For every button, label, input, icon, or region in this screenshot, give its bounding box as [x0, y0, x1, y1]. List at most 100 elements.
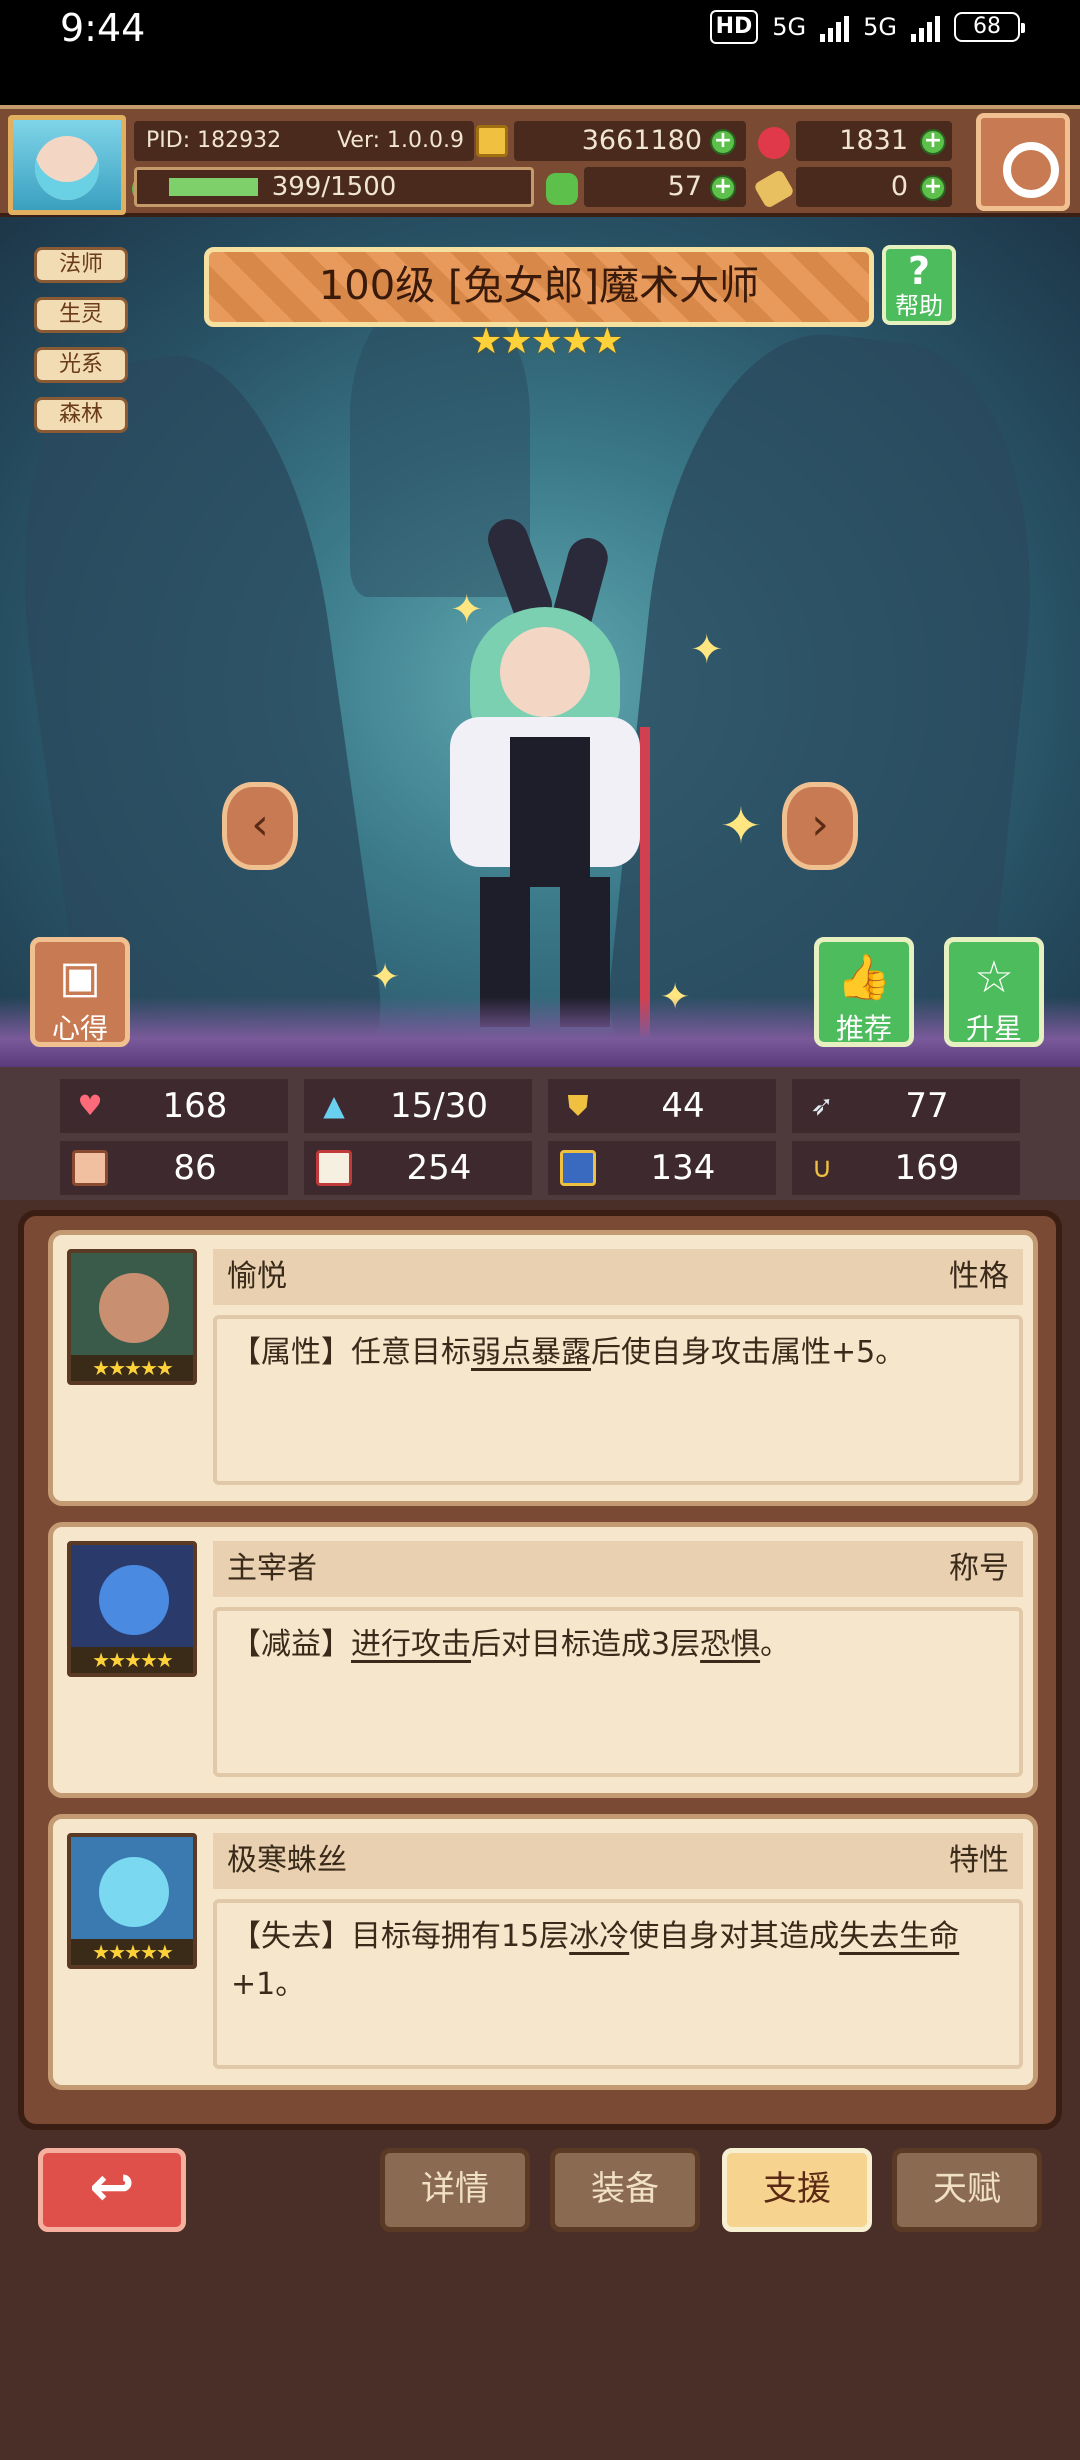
support-name: 愉悦 [227, 1259, 287, 1294]
tab-equipment[interactable]: 装备 [550, 2148, 700, 2232]
hero-stars: ★★★★★ [470, 321, 623, 362]
recommend-button[interactable]: 👍 推荐 [814, 937, 914, 1047]
stat-resist-value: 134 [650, 1148, 716, 1188]
stat-hp-value: 168 [162, 1086, 228, 1126]
hero-tag: 法师 [34, 247, 128, 283]
notes-button[interactable]: ▣ 心得 [30, 937, 130, 1047]
add-gold-plus-icon[interactable]: + [710, 129, 736, 155]
tab-details[interactable]: 详情 [380, 2148, 530, 2232]
back-arrow-icon: ↩ [89, 2155, 135, 2218]
stat-luck-value: 169 [894, 1148, 960, 1188]
shield-icon: ⛊ [567, 1089, 589, 1122]
book-icon [316, 1150, 352, 1186]
add-item-plus-icon[interactable]: + [920, 175, 946, 201]
gold-coin-icon [476, 125, 508, 157]
clover-icon [546, 173, 578, 205]
scene-grass [0, 997, 1080, 1067]
signal-icon-2 [911, 12, 940, 42]
hero-scene: 法师 生灵 光系 森林 100级 [兔女郎]魔术大师 ★★★★★ ? 帮助 ‹ … [0, 217, 1080, 1095]
star-icon: ☆ [974, 952, 1014, 1003]
prev-hero-arrow-button[interactable]: ‹ [222, 782, 298, 870]
fist-icon [72, 1150, 108, 1186]
desc-text: 后使自身攻击属性+5。 [591, 1335, 906, 1370]
stats-panel: ♥ 168 ▲ 15/30 ⛊ 44 ➶ 77 86 254 134 ∪ 169 [0, 1067, 1080, 1200]
desc-text: 【减益】 [231, 1627, 351, 1662]
keyword-link[interactable]: 失去生命 [839, 1919, 959, 1954]
support-portrait: ★★★★★ [67, 1249, 197, 1385]
support-card-frame: ★★★★★ 愉悦 性格 【属性】任意目标弱点暴露后使自身攻击属性+5。 ★★★★… [18, 1210, 1062, 2130]
desc-text: 。 [760, 1627, 791, 1662]
support-card-header: 愉悦 性格 [213, 1249, 1023, 1305]
sparkle-icon: ✦ [720, 797, 762, 855]
support-card[interactable]: ★★★★★ 愉悦 性格 【属性】任意目标弱点暴露后使自身攻击属性+5。 [48, 1230, 1038, 1506]
player-avatar[interactable] [8, 115, 126, 215]
sparkle-icon: ✦ [690, 627, 724, 673]
support-card-header: 极寒蛛丝 特性 [213, 1833, 1023, 1889]
stat-magic-value: 254 [406, 1148, 472, 1188]
add-gems-plus-icon[interactable]: + [920, 129, 946, 155]
back-button[interactable]: ↩ [38, 2148, 186, 2232]
stat-speed-value: 77 [905, 1086, 949, 1126]
support-stars: ★★★★★ [71, 1939, 193, 1965]
star-up-label: 升星 [965, 1012, 1022, 1045]
support-card[interactable]: ★★★★★ 极寒蛛丝 特性 【失去】目标每拥有15层冰冷使自身对其造成失去生命 +… [48, 1814, 1038, 2090]
stat-attack-value: 86 [173, 1148, 217, 1188]
gem-icon [758, 127, 790, 159]
stat-speed: ➶ 77 [792, 1079, 1020, 1133]
hero-tag: 生灵 [34, 297, 128, 333]
wing-icon: ➶ [810, 1089, 834, 1122]
question-icon: ? [907, 249, 931, 293]
status-icons: HD 5G 5G 68 [709, 10, 1025, 44]
exp-value: 399/1500 [271, 172, 397, 202]
support-portrait: ★★★★★ [67, 1541, 197, 1677]
hero-tag: 光系 [34, 347, 128, 383]
version-label: Ver: 1.0.0.9 [337, 128, 464, 153]
desc-text: 后对目标造成3层 [471, 1627, 701, 1662]
keyword-link[interactable]: 冰冷 [569, 1919, 629, 1954]
notes-label: 心得 [51, 1012, 108, 1045]
status-time: 9:44 [60, 6, 146, 50]
notes-icon: ▣ [59, 952, 101, 1003]
water-drop-icon: ▲ [323, 1089, 345, 1122]
keyword-link[interactable]: 恐惧 [700, 1627, 760, 1662]
tab-talent[interactable]: 天赋 [892, 2148, 1042, 2232]
help-button[interactable]: ? 帮助 [882, 245, 956, 325]
gems-value: 1831 [839, 125, 908, 156]
support-name: 极寒蛛丝 [227, 1843, 347, 1878]
net-label-2: 5G [863, 13, 897, 41]
support-portrait: ★★★★★ [67, 1833, 197, 1969]
bone-icon [753, 168, 795, 210]
support-stars: ★★★★★ [71, 1355, 193, 1381]
heart-icon: ♥ [77, 1089, 103, 1122]
stat-luck: ∪ 169 [792, 1141, 1020, 1195]
star-up-button[interactable]: ☆ 升星 [944, 937, 1044, 1047]
pid-version-box: PID: 182932 Ver: 1.0.0.9 [134, 121, 474, 161]
app-root: 9:44 HD 5G 5G 68 PID: 182932 Ver: 1.0.0.… [0, 0, 1080, 2460]
horseshoe-icon: ∪ [811, 1151, 833, 1184]
settings-gear-button[interactable] [976, 113, 1070, 211]
support-description: 【减益】进行攻击后对目标造成3层恐惧。 [213, 1607, 1023, 1777]
battery-icon: 68 [954, 12, 1025, 42]
desc-text: 【属性】任意目标 [231, 1335, 471, 1370]
next-hero-arrow-button[interactable]: › [782, 782, 858, 870]
tab-support[interactable]: 支援 [722, 2148, 872, 2232]
stat-defense: ⛊ 44 [548, 1079, 776, 1133]
stat-magic: 254 [304, 1141, 532, 1195]
keyword-link[interactable]: 弱点暴露 [471, 1335, 591, 1370]
keyword-link[interactable]: 进行攻击 [351, 1627, 471, 1662]
recommend-label: 推荐 [835, 1012, 892, 1045]
desc-text: 使自身对其造成 [629, 1919, 840, 1954]
support-kind: 性格 [949, 1259, 1009, 1294]
add-clover-plus-icon[interactable]: + [710, 175, 736, 201]
desc-text: +1。 [231, 1967, 306, 2002]
hero-tag: 森林 [34, 397, 128, 433]
support-card[interactable]: ★★★★★ 主宰者 称号 【减益】进行攻击后对目标造成3层恐惧。 [48, 1522, 1038, 1798]
stat-defense-value: 44 [661, 1086, 705, 1126]
help-label: 帮助 [895, 292, 943, 320]
gold-value: 3661180 [581, 125, 702, 156]
stat-resist: 134 [548, 1141, 776, 1195]
stat-mana-value: 15/30 [390, 1086, 488, 1126]
desc-text: 【失去】目标每拥有15层 [231, 1919, 570, 1954]
player-info-bar: PID: 182932 Ver: 1.0.0.9 3661180 + 1831 … [0, 105, 1080, 217]
pid-label: PID: 182932 [146, 128, 282, 153]
